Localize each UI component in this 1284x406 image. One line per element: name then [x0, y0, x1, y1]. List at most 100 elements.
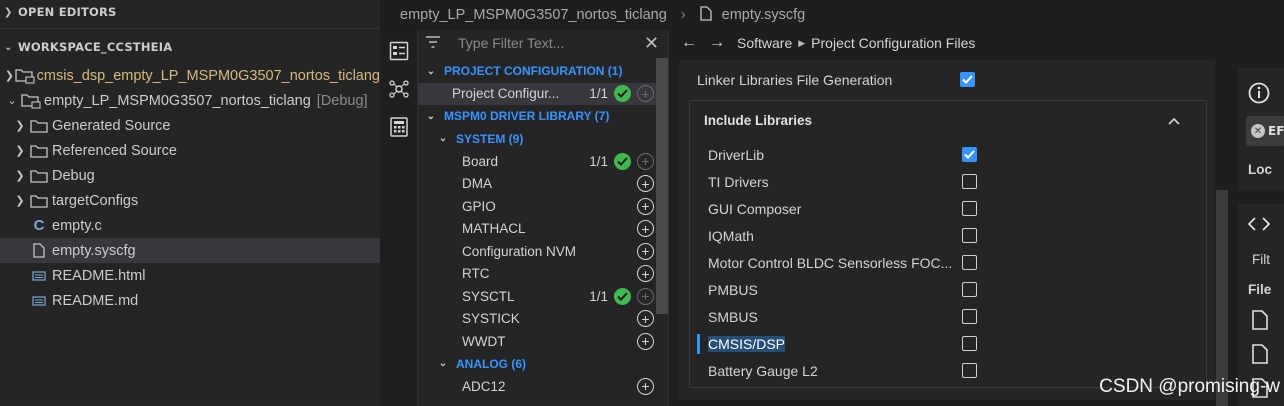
library-checkbox[interactable] [962, 201, 977, 216]
module-row[interactable]: RTC + [418, 263, 668, 286]
module-row[interactable]: Configuration NVM + [418, 240, 668, 263]
tree-item-label: cmsis_dsp_empty_LP_MSPM0G3507_nortos_tic… [36, 67, 380, 84]
workspace-header[interactable]: ⌄ WORKSPACE_CCSTHEIA [0, 35, 380, 59]
tree-item[interactable]: ❯ Debug [0, 163, 380, 188]
scrollbar[interactable] [1216, 190, 1228, 406]
network-icon [389, 80, 409, 98]
chevron-down-icon: ⌄ [426, 65, 436, 77]
include-libraries-title: Include Libraries [704, 112, 813, 128]
library-checkbox[interactable] [962, 336, 977, 351]
tree-item[interactable]: README.md [0, 288, 380, 313]
category-row[interactable]: ⌄ PROJECT CONFIGURATION (1) [418, 60, 668, 83]
add-icon[interactable]: + [637, 377, 654, 395]
code-icon[interactable] [1247, 216, 1271, 236]
nav-software[interactable]: Software [737, 35, 792, 51]
close-icon[interactable]: ✕ [644, 33, 668, 54]
module-row[interactable]: WWDT + [418, 330, 668, 353]
document-icon [28, 293, 50, 309]
category-row[interactable]: ⌄ SYSTEM (9) [418, 128, 668, 151]
tree-item[interactable]: ⌄ empty_LP_MSPM0G3507_nortos_ticlang [Debu… [0, 88, 380, 113]
config-editor: ← → Software ▶ Project Configuration Fil… [668, 30, 1216, 406]
file-icon [699, 5, 712, 25]
library-label: CMSIS/DSP [708, 335, 962, 352]
scrollbar[interactable] [656, 58, 668, 314]
module-row[interactable]: SYSTICK + [418, 308, 668, 331]
module-row[interactable]: Board 1/1 + [418, 150, 668, 173]
project-folder-icon [20, 93, 42, 109]
add-icon[interactable]: + [637, 197, 654, 215]
software-view-button[interactable] [380, 32, 418, 70]
module-row[interactable]: GPIO + [418, 195, 668, 218]
module-row[interactable]: SYSCTL 1/1 + [418, 285, 668, 308]
add-icon[interactable]: + [637, 85, 654, 103]
tree-item[interactable]: ❯ targetConfigs [0, 188, 380, 213]
watermark: CSDN @promising-w [1099, 376, 1280, 397]
open-editors-header[interactable]: ❯ OPEN EDITORS [0, 0, 380, 24]
linker-row: Linker Libraries File Generation [697, 66, 1197, 93]
module-label: Board [462, 153, 499, 169]
library-label: SMBUS [708, 309, 962, 325]
calculator-view-button[interactable] [380, 108, 418, 146]
tree-item[interactable]: empty.syscfg [0, 238, 380, 263]
chevron-right-icon: ❯ [15, 170, 25, 182]
add-icon[interactable]: + [637, 175, 654, 193]
hardware-view-button[interactable] [380, 70, 418, 108]
breadcrumb-file[interactable]: empty.syscfg [722, 7, 806, 23]
module-row[interactable]: MATHACL + [418, 218, 668, 241]
module-label: Configuration NVM [462, 243, 577, 259]
tree-item[interactable]: Cempty.c [0, 213, 380, 238]
add-icon[interactable]: + [637, 220, 654, 238]
tree-item[interactable]: ❯ Referenced Source [0, 138, 380, 163]
module-row[interactable]: DMA + [418, 173, 668, 196]
chevron-up-icon[interactable] [1168, 113, 1180, 128]
document-icon [28, 268, 50, 284]
library-checkbox[interactable] [962, 255, 977, 270]
library-row: DriverLib [690, 141, 1206, 168]
file-icon[interactable] [1252, 310, 1268, 334]
filter-label: Filt [1252, 252, 1270, 267]
add-icon[interactable]: + [637, 152, 654, 170]
tree-item[interactable]: README.html [0, 263, 380, 288]
library-row: SMBUS [690, 303, 1206, 330]
check-circle-icon [614, 152, 631, 170]
library-checkbox[interactable] [962, 309, 977, 324]
library-checkbox[interactable] [962, 174, 977, 189]
tree-item[interactable]: ❯ Generated Source [0, 113, 380, 138]
library-label-text: TI Drivers [708, 173, 769, 190]
info-icon[interactable] [1248, 82, 1270, 108]
chevron-right-icon: ❯ [15, 145, 25, 157]
library-label-text: CMSIS/DSP [708, 335, 786, 352]
add-icon[interactable]: + [637, 332, 654, 350]
category-row[interactable]: ⌄ ANALOG (6) [418, 353, 668, 376]
breadcrumb-project[interactable]: empty_LP_MSPM0G3507_nortos_ticlang [400, 7, 667, 23]
filter-input[interactable]: Type Filter Text... [450, 35, 644, 51]
config-card: Linker Libraries File Generation Include… [679, 60, 1215, 400]
library-label-text: Motor Control BLDC Sensorless FOC... [708, 254, 953, 271]
add-icon[interactable]: + [637, 242, 654, 260]
file-icon[interactable] [1252, 344, 1268, 368]
add-icon[interactable]: + [637, 287, 654, 305]
add-icon[interactable]: + [637, 310, 654, 328]
library-label: PMBUS [708, 282, 962, 298]
library-checkbox[interactable] [962, 228, 977, 243]
linker-checkbox[interactable] [960, 72, 975, 87]
module-label: GPIO [462, 198, 496, 214]
folder-icon [28, 143, 50, 159]
module-row[interactable]: Project Configur... 1/1 + [418, 82, 668, 105]
nav-page[interactable]: Project Configuration Files [811, 35, 975, 51]
forward-arrow-icon[interactable]: → [709, 34, 725, 52]
file-tree: ❯ cmsis_dsp_empty_LP_MSPM0G3507_nortos_ti… [0, 63, 380, 313]
add-icon[interactable]: + [637, 265, 654, 283]
library-checkbox[interactable] [962, 147, 977, 162]
category-row[interactable]: ⌄ MSPM0 DRIVER LIBRARY (7) [418, 105, 668, 128]
module-row[interactable]: ADC12 + [418, 375, 668, 398]
back-arrow-icon[interactable]: ← [681, 34, 697, 52]
library-checkbox[interactable] [962, 363, 977, 378]
tree-item[interactable]: ❯ cmsis_dsp_empty_LP_MSPM0G3507_nortos_ti… [0, 63, 380, 88]
include-libraries-header[interactable]: Include Libraries [690, 101, 1206, 139]
library-checkbox[interactable] [962, 282, 977, 297]
module-label: DMA [462, 176, 492, 192]
error-badge-button[interactable]: ✕ EF [1246, 116, 1284, 146]
workspace-label: WORKSPACE_CCSTHEIA [18, 40, 173, 54]
module-label: WWDT [462, 333, 506, 349]
